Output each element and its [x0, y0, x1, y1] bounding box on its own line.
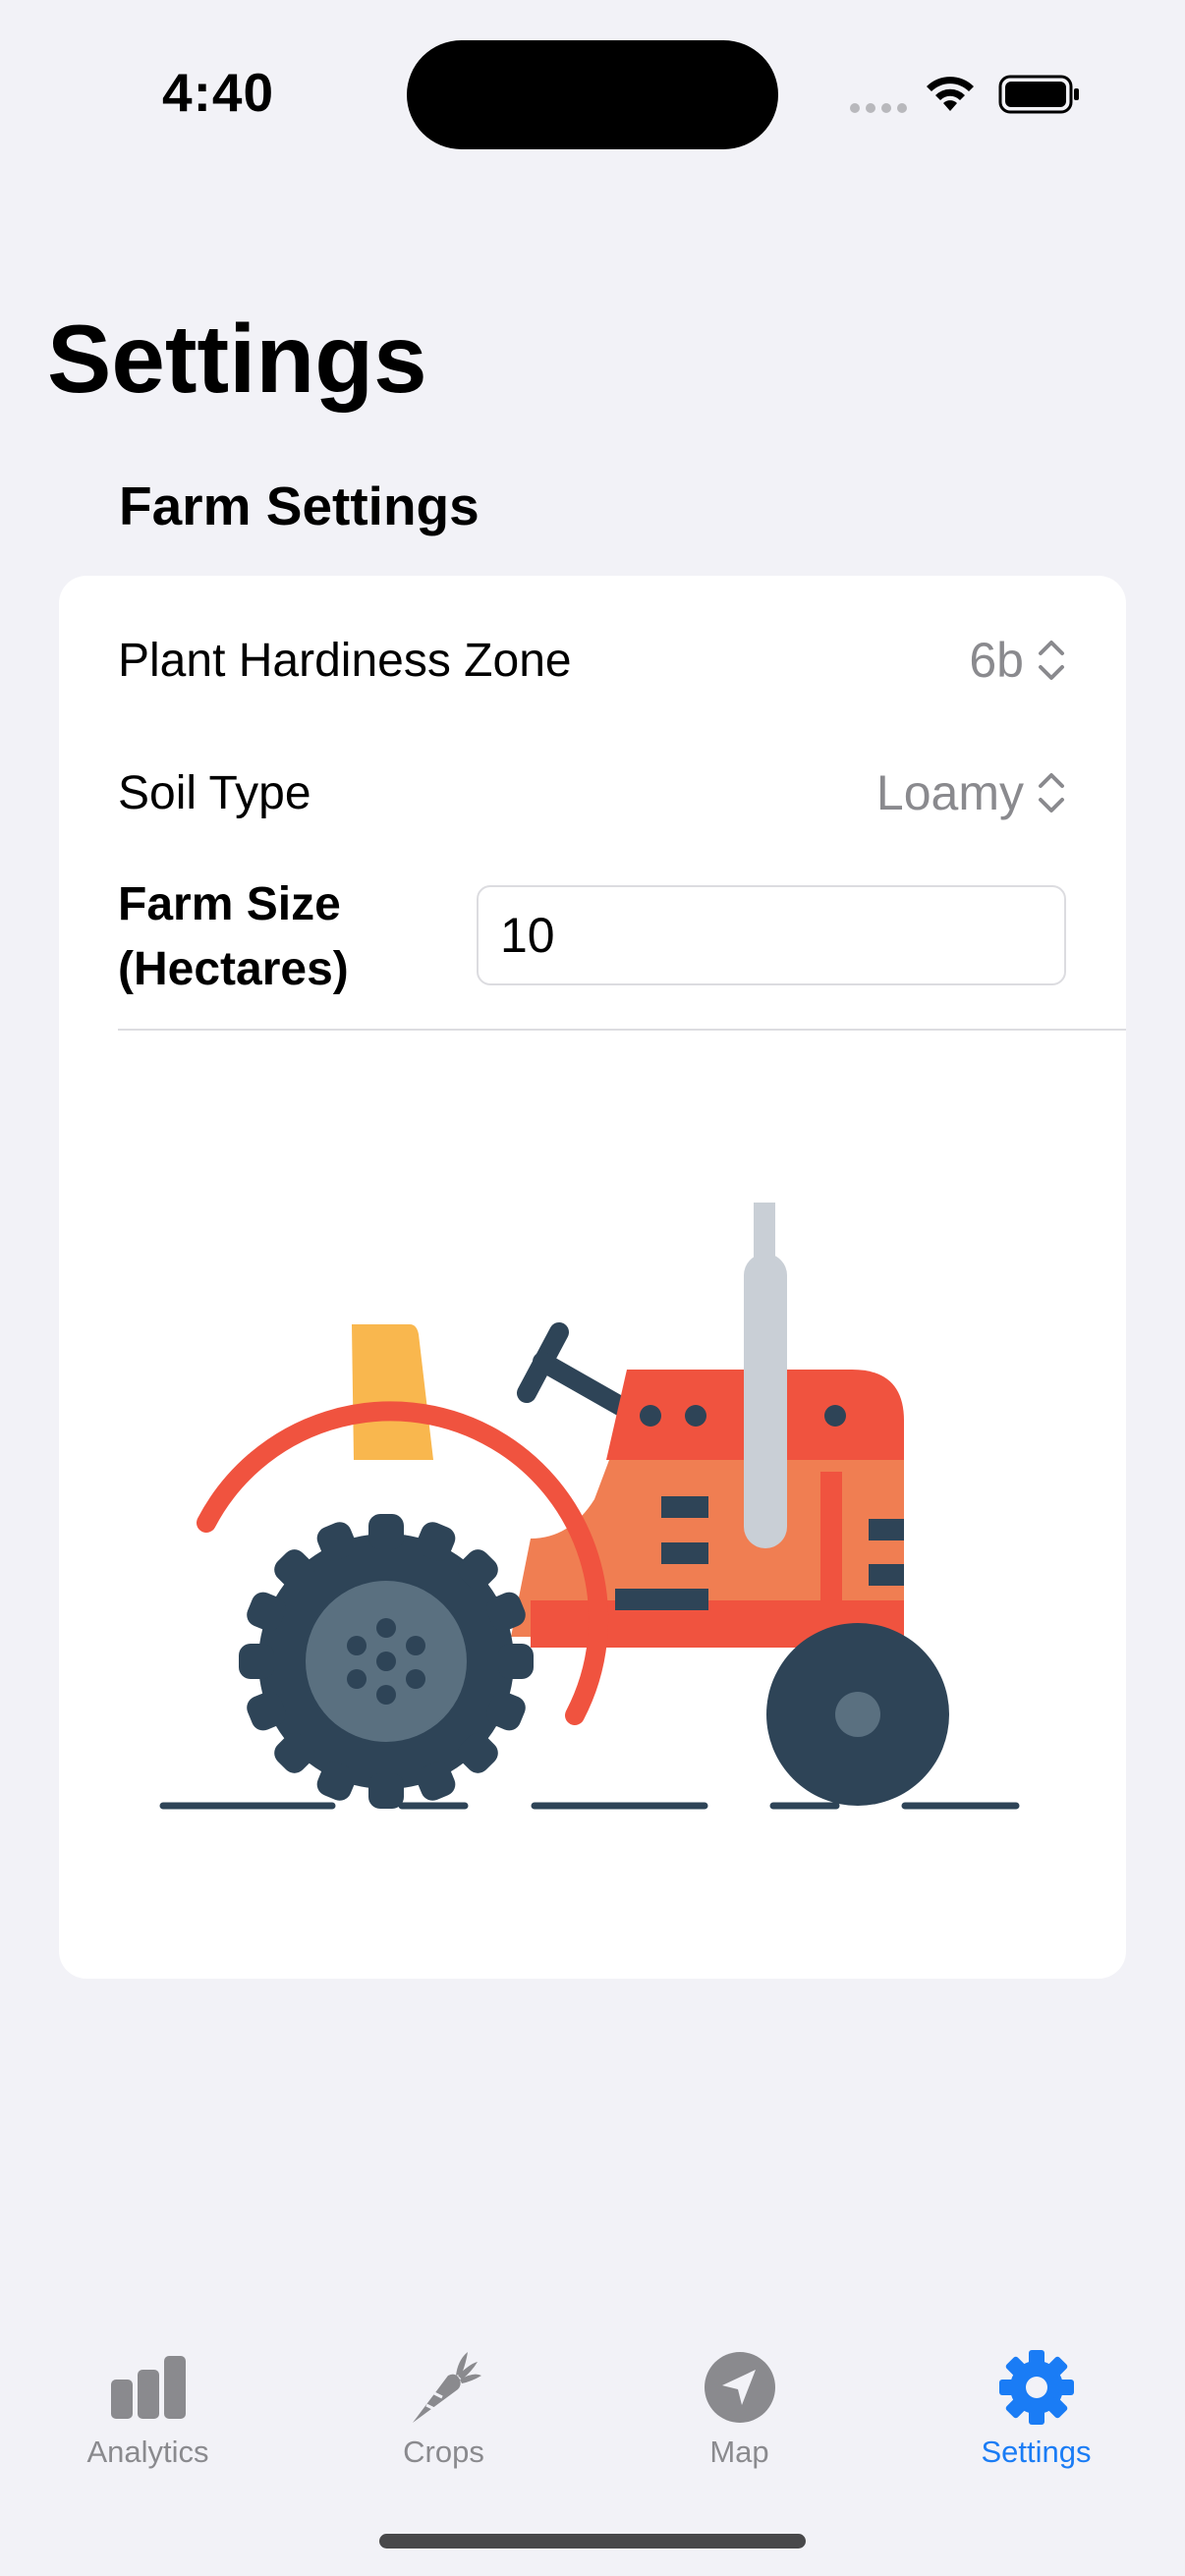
gear-icon	[998, 2350, 1074, 2425]
location-arrow-icon	[704, 2352, 775, 2423]
section-header-farm-settings: Farm Settings	[119, 476, 480, 536]
status-time: 4:40	[162, 62, 275, 123]
bar-chart-icon	[110, 2356, 186, 2419]
home-indicator[interactable]	[379, 2534, 806, 2548]
tab-label-settings: Settings	[981, 2435, 1092, 2469]
page-title: Settings	[47, 305, 427, 413]
dynamic-island	[407, 40, 778, 149]
cellular-signal-icon	[850, 103, 907, 113]
tab-label-analytics: Analytics	[86, 2435, 209, 2469]
tab-map[interactable]: Map	[592, 2319, 887, 2495]
farm-settings-card: Plant Hardiness Zone 6b Soil Type Loamy …	[59, 576, 1126, 1979]
battery-icon	[998, 75, 1079, 114]
status-bar: 4:40	[0, 0, 1185, 196]
carrot-icon	[412, 2352, 481, 2423]
tab-analytics[interactable]: Analytics	[0, 2319, 296, 2495]
wifi-icon	[927, 77, 974, 111]
tractor-illustration	[159, 1203, 1020, 1810]
tab-crops[interactable]: Crops	[296, 2319, 592, 2495]
tab-label-map: Map	[709, 2435, 769, 2469]
tab-settings[interactable]: Settings	[888, 2319, 1184, 2495]
tab-label-crops: Crops	[403, 2435, 484, 2469]
